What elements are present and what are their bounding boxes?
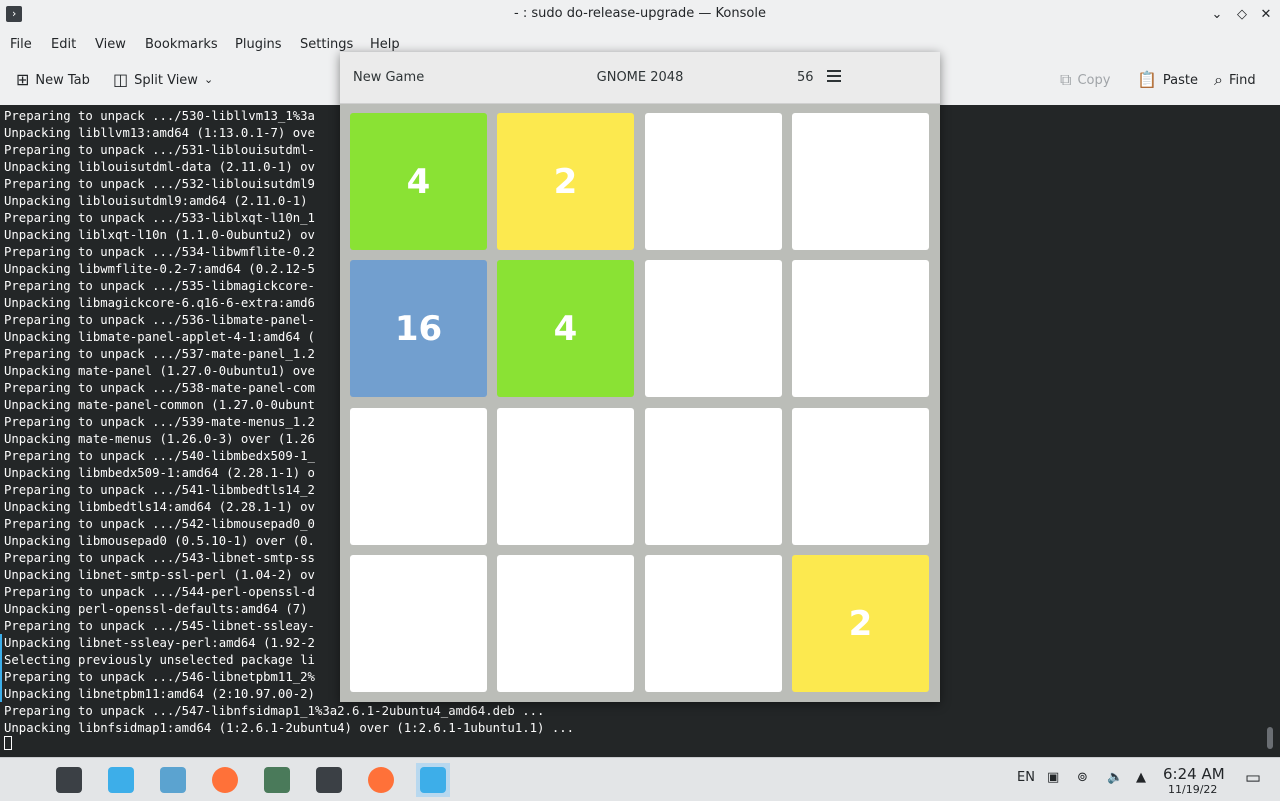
taskbar-discover-store-button[interactable]	[104, 763, 138, 797]
game-headerbar: New Game GNOME 2048 56	[340, 52, 940, 104]
menu-help[interactable]: Help	[370, 37, 400, 52]
clock-time[interactable]: 6:24 AM	[1163, 765, 1225, 783]
empty-tile	[497, 408, 634, 545]
terminal-line: Preparing to unpack .../547-libnfsidmap1…	[4, 704, 545, 718]
search-icon: ⌕	[1214, 70, 1223, 89]
hamburger-menu-icon[interactable]	[827, 70, 841, 82]
menu-view[interactable]: View	[95, 37, 126, 52]
terminal-cursor	[4, 736, 12, 750]
copy-icon: ⧉	[1060, 70, 1072, 89]
copy-button[interactable]: ⧉ Copy	[1060, 72, 1110, 88]
update-notifier-icon[interactable]: ⊚	[1077, 770, 1088, 785]
file-manager-icon	[160, 767, 186, 793]
taskbar-spectacle-button[interactable]	[260, 763, 294, 797]
empty-tile	[645, 555, 782, 692]
copy-label: Copy	[1077, 72, 1111, 88]
tile-2: 2	[792, 555, 929, 692]
new-tab-icon: ⊞	[16, 70, 30, 89]
window-titlebar: › - : sudo do-release-upgrade — Konsole …	[0, 0, 1280, 30]
find-button[interactable]: ⌕ Find	[1214, 72, 1256, 88]
selection-marker	[0, 634, 2, 702]
firefox-icon	[368, 767, 394, 793]
gnome-2048-window: New Game GNOME 2048 56 4 2 16 4 2	[340, 52, 940, 702]
empty-tile	[350, 555, 487, 692]
show-desktop-icon[interactable]: ▭	[1245, 768, 1261, 788]
gnome-2048-icon	[420, 767, 446, 793]
volume-icon[interactable]: 🔈	[1107, 770, 1123, 785]
tile-4: 4	[350, 113, 487, 250]
menu-file[interactable]: File	[10, 37, 32, 52]
spectacle-icon	[264, 767, 290, 793]
score-value: 56	[797, 70, 814, 85]
find-label: Find	[1228, 72, 1256, 88]
empty-tile	[350, 408, 487, 545]
close-icon[interactable]: ✕	[1257, 6, 1275, 24]
discover-store-icon	[108, 767, 134, 793]
paste-button[interactable]: 📋 Paste	[1137, 72, 1198, 88]
menu-bookmarks[interactable]: Bookmarks	[145, 37, 218, 52]
clipboard-icon[interactable]: ▣	[1047, 770, 1059, 785]
taskbar-gnome-2048-button[interactable]	[416, 763, 450, 797]
paste-label: Paste	[1162, 72, 1199, 88]
menu-edit[interactable]: Edit	[51, 37, 76, 52]
game-board[interactable]: 4 2 16 4 2	[350, 113, 930, 693]
tray-expand-icon[interactable]: ▲	[1136, 770, 1146, 785]
terminal-scrollbar[interactable]	[1267, 727, 1273, 749]
empty-tile	[645, 113, 782, 250]
window-title: - : sudo do-release-upgrade — Konsole	[514, 6, 766, 21]
tile-2: 2	[497, 113, 634, 250]
taskbar-firefox-button[interactable]	[364, 763, 398, 797]
new-tab-button[interactable]: ⊞ New Tab	[16, 72, 90, 88]
split-view-icon: ◫	[113, 70, 129, 89]
maximize-icon[interactable]: ◇	[1233, 6, 1251, 24]
empty-tile	[792, 113, 929, 250]
app-launcher-icon	[9, 767, 35, 793]
empty-tile	[645, 408, 782, 545]
taskbar: EN ▣ ⊚ 🔈 ▲ 6:24 AM 11/19/22 ▭	[0, 757, 1280, 801]
terminal-line: Unpacking libnfsidmap1:amd64 (1:2.6.1-2u…	[4, 721, 575, 735]
chevron-down-icon: ⌄	[203, 73, 214, 86]
split-view-label: Split View	[134, 72, 198, 88]
keyboard-layout[interactable]: EN	[1017, 770, 1035, 785]
taskbar-app-launcher-button[interactable]	[5, 763, 39, 797]
empty-tile	[792, 408, 929, 545]
empty-tile	[792, 260, 929, 397]
konsole-icon	[316, 767, 342, 793]
game-title: GNOME 2048	[596, 70, 684, 85]
menu-settings[interactable]: Settings	[300, 37, 353, 52]
new-tab-label: New Tab	[35, 72, 90, 88]
clock-date[interactable]: 11/19/22	[1168, 783, 1217, 796]
taskbar-firefox-button[interactable]	[208, 763, 242, 797]
empty-tile	[645, 260, 782, 397]
paste-icon: 📋	[1137, 70, 1157, 89]
minimize-icon[interactable]: ⌄	[1208, 6, 1226, 24]
taskbar-system-settings-button[interactable]	[52, 763, 86, 797]
tile-4: 4	[497, 260, 634, 397]
taskbar-file-manager-button[interactable]	[156, 763, 190, 797]
taskbar-konsole-button[interactable]	[312, 763, 346, 797]
system-settings-icon	[56, 767, 82, 793]
tile-16: 16	[350, 260, 487, 397]
split-view-button[interactable]: ◫ Split View ⌄	[113, 72, 213, 88]
menu-plugins[interactable]: Plugins	[235, 37, 282, 52]
firefox-icon	[212, 767, 238, 793]
empty-tile	[497, 555, 634, 692]
